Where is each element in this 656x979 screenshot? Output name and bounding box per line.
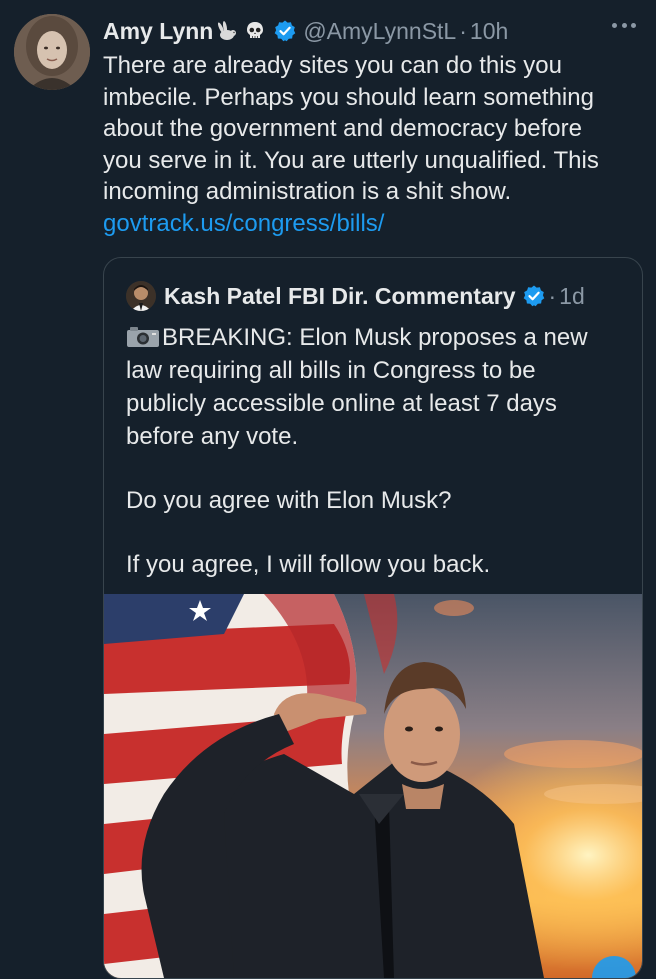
quoted-tweet-header: Kash Patel FBI Dir. Commentary · 1d — [126, 280, 585, 312]
tweet-link[interactable]: govtrack.us/congress/bills/ — [103, 208, 633, 240]
quoted-timestamp[interactable]: 1d — [559, 283, 585, 310]
tweet-text-line: you serve in it. You are utterly unquali… — [103, 146, 599, 174]
tweet[interactable]: Amy Lynn @AmyLynnStL · 10h There are alr… — [0, 0, 656, 979]
verified-badge-icon — [522, 284, 546, 308]
quoted-question: Do you agree with Elon Musk? — [126, 487, 452, 514]
tweet-text-line: incoming administration is a shit show. — [103, 178, 512, 205]
tweet-header: Amy Lynn @AmyLynnStL · 10h — [103, 14, 508, 48]
author-handle[interactable]: @AmyLynnStL — [303, 18, 456, 45]
separator-dot: · — [459, 17, 467, 44]
quoted-follow-text: If you agree, I will follow you back. — [126, 551, 491, 578]
quoted-text-line: BREAKING: Elon Musk proposes a new — [126, 321, 626, 354]
tweet-text: There are already sites you can do this … — [103, 50, 633, 239]
tweet-text-line: imbecile. Perhaps you should learn somet… — [103, 83, 594, 111]
camera-icon — [126, 324, 160, 347]
tweet-text-line: about the government and democracy befor… — [103, 115, 582, 142]
more-options-icon[interactable] — [612, 20, 636, 30]
timestamp[interactable]: 10h — [470, 18, 508, 45]
rabbit-icon — [216, 19, 240, 43]
skull-icon — [243, 19, 267, 43]
quoted-author-name[interactable]: Kash Patel FBI Dir. Commentary — [164, 283, 516, 310]
tweet-text-line: There are already sites you can do this … — [103, 52, 562, 79]
quoted-text-line: before any vote. — [126, 423, 299, 450]
quoted-author-avatar[interactable] — [126, 281, 156, 311]
author-avatar[interactable] — [14, 14, 90, 90]
quoted-text-line: publicly accessible online at least 7 da… — [126, 390, 557, 417]
quoted-tweet[interactable]: Kash Patel FBI Dir. Commentary · 1d BREA… — [103, 257, 643, 979]
quoted-tweet-text: BREAKING: Elon Musk proposes a new law r… — [126, 321, 626, 581]
quoted-text-line: law requiring all bills in Congress to b… — [126, 357, 536, 384]
saluting-man-flag-sunset-photo[interactable] — [104, 594, 642, 978]
verified-badge-icon — [273, 19, 297, 43]
separator-dot: · — [548, 282, 557, 309]
quoted-text-first: BREAKING: Elon Musk proposes a new — [162, 324, 588, 351]
author-name[interactable]: Amy Lynn — [103, 18, 213, 45]
